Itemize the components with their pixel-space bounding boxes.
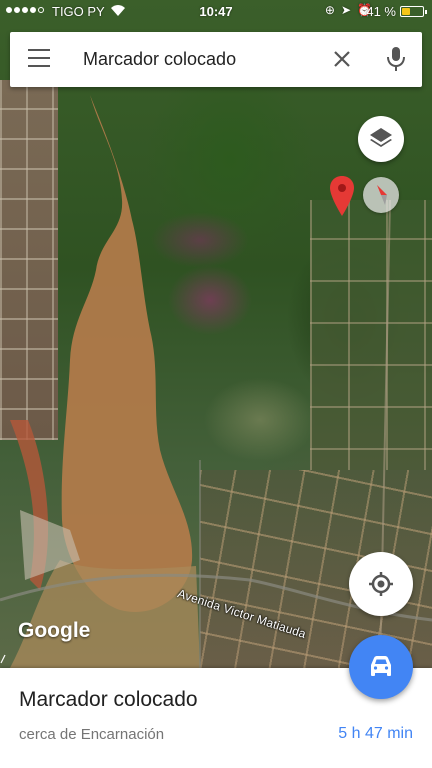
my-location-button[interactable] — [349, 552, 413, 616]
status-icons: ⊕ ➤ ⏰ — [325, 3, 372, 17]
rotation-lock-icon: ⊕ — [324, 3, 335, 17]
search-query[interactable]: Marcador colocado — [83, 49, 236, 70]
mic-icon[interactable] — [384, 45, 408, 73]
layers-button[interactable] — [358, 116, 404, 162]
battery-icon — [400, 6, 427, 17]
battery-level — [402, 8, 411, 15]
google-logo: Google — [18, 619, 91, 642]
car-icon — [371, 656, 391, 676]
map-pin-icon[interactable] — [330, 176, 354, 216]
close-icon[interactable] — [330, 47, 354, 71]
compass-icon — [377, 185, 387, 205]
compass-button[interactable] — [363, 177, 399, 213]
status-bar: TIGO PY 10:47 ⊕ ➤ ⏰ 41 % — [0, 0, 432, 24]
layers-icon — [370, 128, 392, 147]
place-title: Marcador colocado — [19, 688, 198, 711]
menu-icon[interactable] — [28, 49, 52, 71]
location-arrow-icon: ➤ — [340, 3, 352, 17]
directions-button[interactable] — [349, 635, 413, 699]
scale-icon — [0, 654, 6, 664]
place-subtitle: cerca de Encarnación — [19, 726, 165, 743]
search-bar[interactable]: Marcador colocado — [10, 32, 422, 87]
satellite-map[interactable]: Avenida Victor Matiauda Google — [0, 0, 432, 668]
my-location-icon — [369, 572, 393, 596]
battery-percent: 41 % — [366, 4, 396, 19]
travel-time[interactable]: 5 h 47 min — [338, 725, 413, 743]
